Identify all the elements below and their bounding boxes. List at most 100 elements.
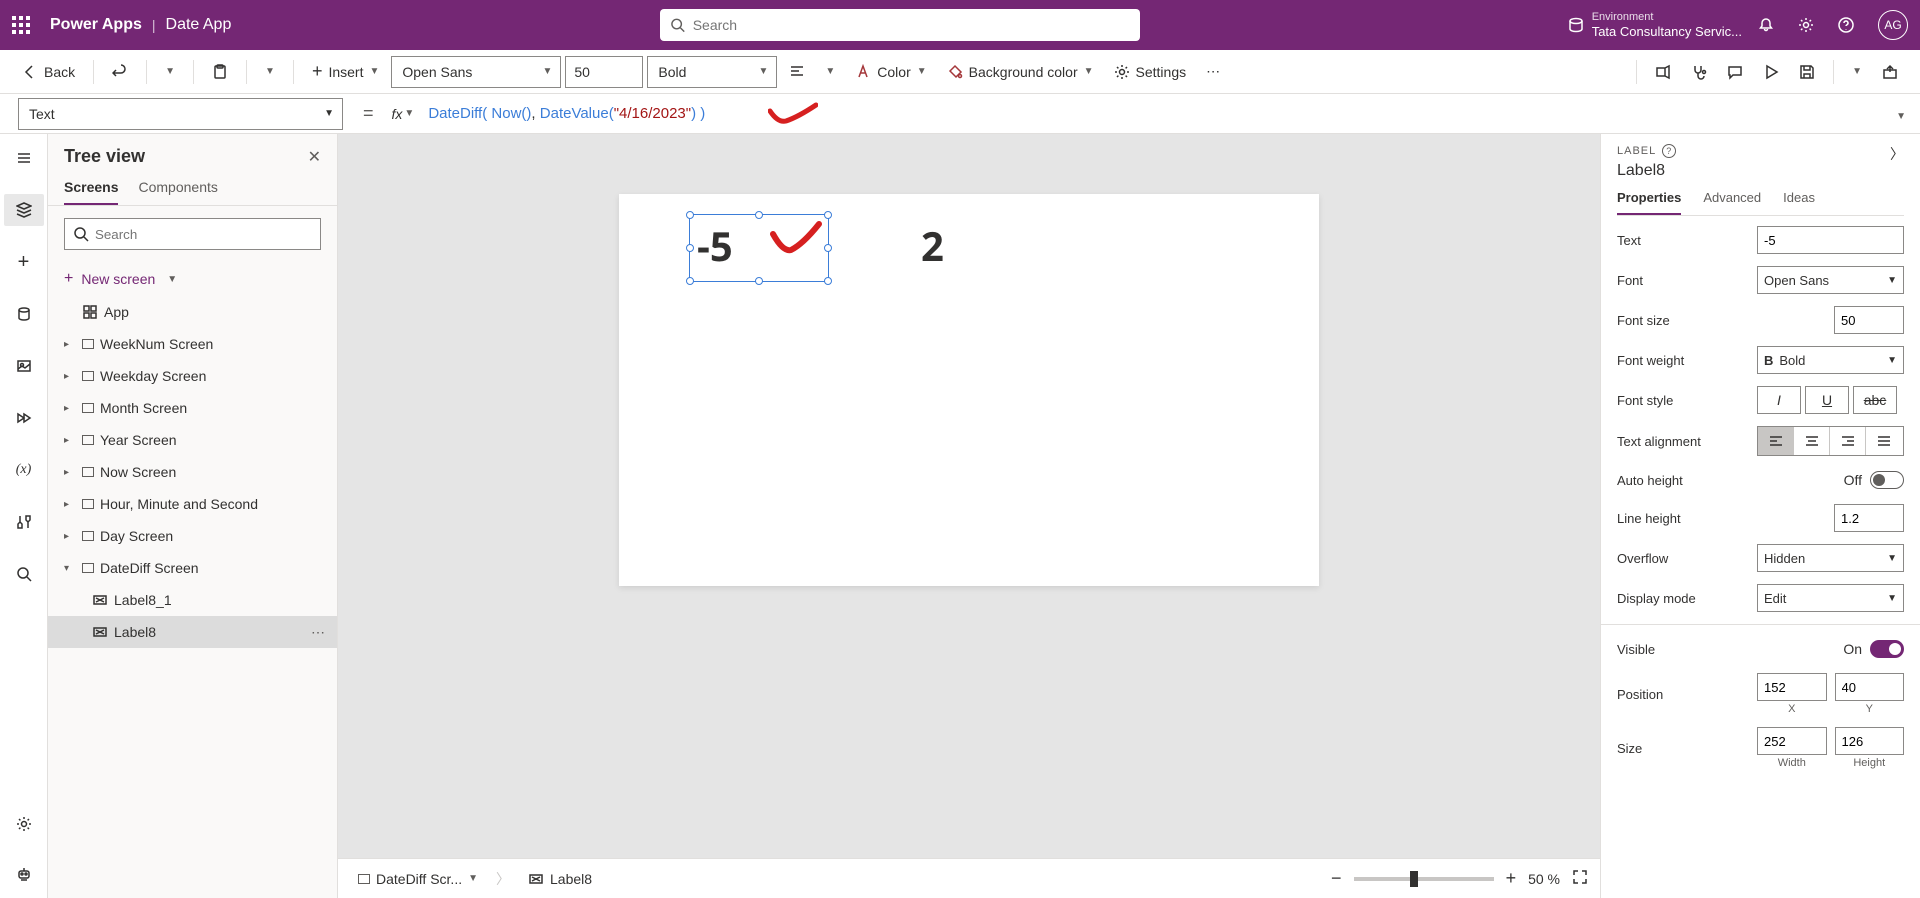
prop-fontweight-select[interactable]: BBold▼: [1757, 346, 1904, 374]
underline-button[interactable]: U: [1805, 386, 1849, 414]
zoom-slider[interactable]: [1354, 877, 1494, 881]
save-more[interactable]: ▼: [1844, 60, 1870, 83]
tree-screen-node[interactable]: ▸Weekday Screen: [48, 360, 337, 392]
zoom-thumb[interactable]: [1410, 871, 1418, 887]
new-screen-button[interactable]: + New screen ▼: [48, 262, 337, 296]
tab-components[interactable]: Components: [138, 179, 217, 205]
tab-properties[interactable]: Properties: [1617, 190, 1681, 215]
prop-text-input[interactable]: [1757, 226, 1904, 254]
rail-virtual-agent[interactable]: [4, 858, 44, 890]
tree-control-node-selected[interactable]: Label8⋯: [48, 616, 337, 648]
tree-app-node[interactable]: App: [48, 296, 337, 328]
preview-button[interactable]: [1755, 58, 1787, 86]
prop-width-input[interactable]: [1757, 727, 1827, 755]
resize-handle[interactable]: [686, 211, 694, 219]
fx-label[interactable]: fx▼: [392, 106, 415, 122]
props-collapse-button[interactable]: 〉: [1890, 144, 1904, 164]
insert-button[interactable]: +Insert▼: [304, 55, 387, 88]
tree-control-node[interactable]: Label8_1: [48, 584, 337, 616]
settings-button[interactable]: [1798, 17, 1814, 33]
property-select[interactable]: Text▼: [18, 98, 343, 130]
align-justify-button[interactable]: [1866, 427, 1902, 455]
rail-advanced-tools[interactable]: [4, 506, 44, 538]
publish-button[interactable]: [1874, 58, 1906, 86]
more-commands[interactable]: ⋯: [1198, 57, 1228, 86]
save-button[interactable]: [1791, 58, 1823, 86]
font-select[interactable]: Open Sans▼: [391, 56, 561, 88]
prop-height-input[interactable]: [1835, 727, 1905, 755]
rail-hamburger[interactable]: [4, 142, 44, 174]
search-input[interactable]: [693, 17, 1130, 33]
fit-screen-button[interactable]: [1572, 869, 1588, 888]
bgcolor-button[interactable]: Background color▼: [939, 58, 1102, 86]
formula-expand[interactable]: ▼: [1882, 106, 1920, 122]
control-name[interactable]: Label8: [1617, 162, 1904, 180]
resize-handle[interactable]: [686, 277, 694, 285]
italic-button[interactable]: I: [1757, 386, 1801, 414]
prop-displaymode-select[interactable]: Edit▼: [1757, 584, 1904, 612]
tab-advanced[interactable]: Advanced: [1703, 190, 1761, 215]
tree-screen-node[interactable]: ▸Now Screen: [48, 456, 337, 488]
rail-tree-view[interactable]: [4, 194, 44, 226]
prop-overflow-select[interactable]: Hidden▼: [1757, 544, 1904, 572]
prop-font-select[interactable]: Open Sans▼: [1757, 266, 1904, 294]
user-avatar[interactable]: AG: [1878, 10, 1908, 40]
app-canvas[interactable]: -5 2: [619, 194, 1319, 586]
tree-screen-node[interactable]: ▸Hour, Minute and Second: [48, 488, 337, 520]
formula-input[interactable]: DateDiff( Now(), DateValue("4/16/2023") …: [418, 105, 1882, 122]
tree-screen-node[interactable]: ▸Day Screen: [48, 520, 337, 552]
zoom-out-button[interactable]: −: [1331, 868, 1342, 889]
rail-data[interactable]: [4, 298, 44, 330]
environment-picker[interactable]: Environment Tata Consultancy Servic...: [1568, 11, 1742, 40]
global-search[interactable]: [660, 9, 1140, 41]
paste-button[interactable]: [204, 58, 236, 86]
tab-ideas[interactable]: Ideas: [1783, 190, 1815, 215]
resize-handle[interactable]: [755, 211, 763, 219]
comments-button[interactable]: [1719, 58, 1751, 86]
tree-search[interactable]: [64, 218, 321, 250]
resize-handle[interactable]: [755, 277, 763, 285]
tree-screen-node[interactable]: ▸Month Screen: [48, 392, 337, 424]
tree-close-button[interactable]: ✕: [308, 147, 321, 167]
canvas-label8[interactable]: -5: [697, 218, 733, 273]
rail-media[interactable]: [4, 350, 44, 382]
tree-screen-node-expanded[interactable]: ▾DateDiff Screen: [48, 552, 337, 584]
align-more[interactable]: ▼: [817, 60, 843, 83]
autoheight-toggle[interactable]: [1870, 471, 1904, 489]
notifications-button[interactable]: [1758, 17, 1774, 33]
font-size-input[interactable]: 50: [565, 56, 643, 88]
resize-handle[interactable]: [824, 244, 832, 252]
zoom-in-button[interactable]: +: [1506, 868, 1517, 889]
help-icon[interactable]: ?: [1662, 144, 1676, 158]
share-button[interactable]: [1647, 58, 1679, 86]
tree-screen-node[interactable]: ▸WeekNum Screen: [48, 328, 337, 360]
help-button[interactable]: [1838, 17, 1854, 33]
rail-search[interactable]: [4, 558, 44, 590]
align-button[interactable]: [781, 58, 813, 86]
rail-variables[interactable]: (x): [4, 454, 44, 486]
app-settings-button[interactable]: Settings: [1106, 58, 1195, 86]
strike-button[interactable]: abc: [1853, 386, 1897, 414]
paste-more[interactable]: ▼: [257, 60, 283, 83]
resize-handle[interactable]: [824, 277, 832, 285]
rail-settings[interactable]: [4, 808, 44, 840]
checker-button[interactable]: [1683, 58, 1715, 86]
visible-toggle[interactable]: [1870, 640, 1904, 658]
rail-insert[interactable]: +: [4, 246, 44, 278]
tree-screen-node[interactable]: ▸Year Screen: [48, 424, 337, 456]
resize-handle[interactable]: [686, 244, 694, 252]
align-center-button[interactable]: [1794, 427, 1830, 455]
undo-more[interactable]: ▼: [157, 60, 183, 83]
align-right-button[interactable]: [1830, 427, 1866, 455]
rail-power-automate[interactable]: [4, 402, 44, 434]
font-weight-select[interactable]: Bold▼: [647, 56, 777, 88]
prop-y-input[interactable]: [1835, 673, 1905, 701]
align-left-button[interactable]: [1758, 427, 1794, 455]
back-button[interactable]: Back: [14, 58, 83, 86]
prop-fontsize-input[interactable]: [1834, 306, 1904, 334]
tree-item-more[interactable]: ⋯: [311, 624, 325, 641]
color-button[interactable]: Color▼: [847, 58, 934, 86]
prop-x-input[interactable]: [1757, 673, 1827, 701]
waffle-icon[interactable]: [12, 16, 30, 34]
tree-search-input[interactable]: [95, 227, 312, 242]
